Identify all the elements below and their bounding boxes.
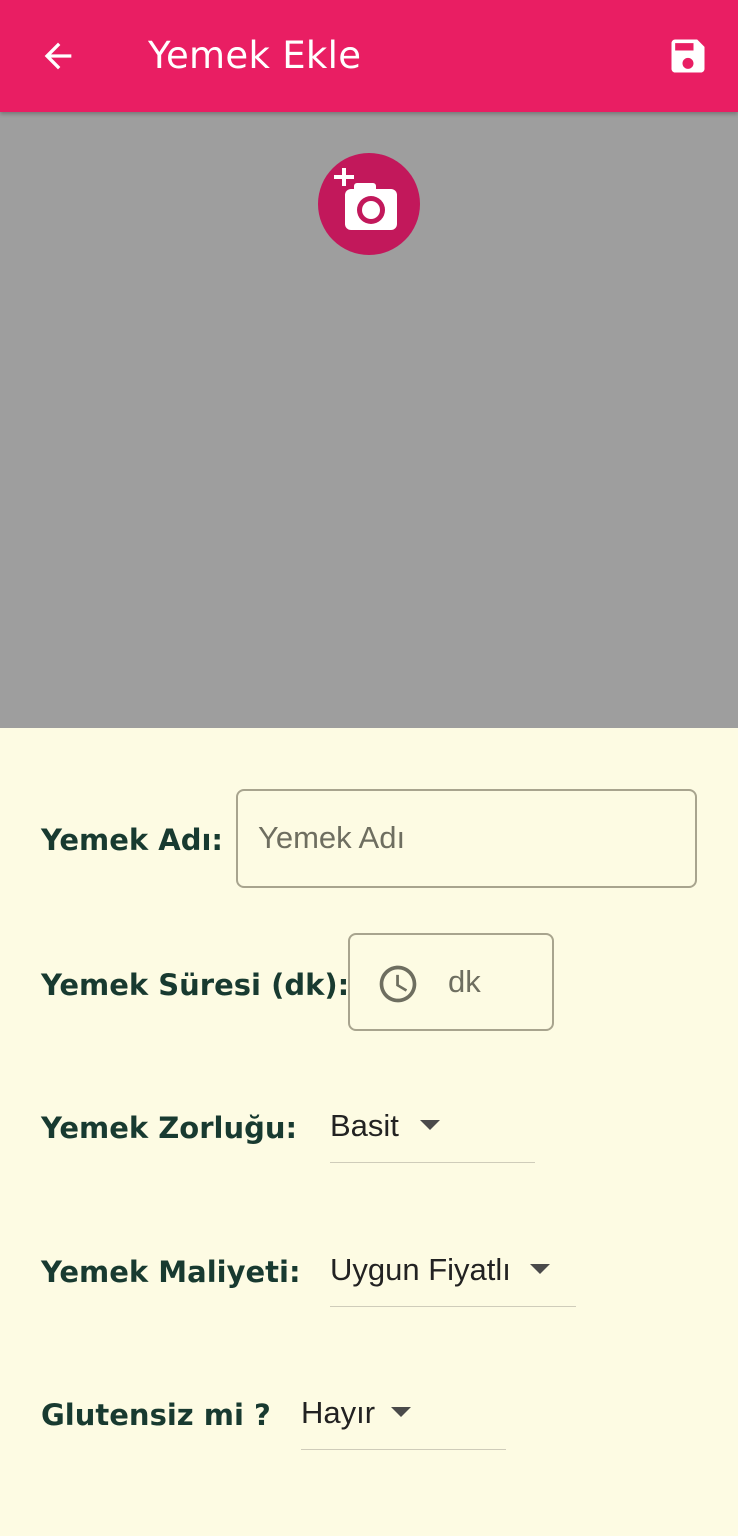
chevron-down-icon [420, 1120, 440, 1130]
save-icon [671, 39, 705, 73]
save-button[interactable] [662, 30, 714, 82]
photo-area [0, 112, 738, 728]
chevron-down-icon [391, 1407, 411, 1417]
chevron-down-icon [530, 1264, 550, 1274]
add-photo-icon [332, 166, 397, 230]
difficulty-dropdown[interactable]: Basit [330, 1106, 535, 1163]
clock-icon [379, 965, 417, 1003]
gluten-free-value: Hayır [301, 1395, 376, 1430]
duration-placeholder: dk [448, 964, 481, 999]
cost-dropdown[interactable]: Uygun Fiyatlı [330, 1250, 576, 1307]
duration-label: Yemek Süresi (dk): [41, 968, 350, 1002]
difficulty-label: Yemek Zorluğu: [41, 1111, 298, 1145]
name-placeholder: Yemek Adı [258, 820, 406, 855]
name-field[interactable]: Yemek Adı [236, 789, 697, 888]
page-title: Yemek Ekle [148, 34, 362, 77]
duration-field[interactable]: dk [348, 933, 554, 1031]
app-bar: Yemek Ekle [0, 0, 738, 112]
cost-label: Yemek Maliyeti: [41, 1255, 301, 1289]
add-photo-button[interactable] [318, 153, 420, 255]
arrow-back-icon [44, 42, 72, 70]
gluten-free-label: Glutensiz mi ? [41, 1398, 271, 1432]
back-button[interactable] [30, 28, 86, 84]
gluten-free-dropdown[interactable]: Hayır [301, 1393, 506, 1450]
cost-value: Uygun Fiyatlı [330, 1252, 511, 1287]
name-label: Yemek Adı: [41, 823, 224, 857]
difficulty-value: Basit [330, 1108, 399, 1143]
